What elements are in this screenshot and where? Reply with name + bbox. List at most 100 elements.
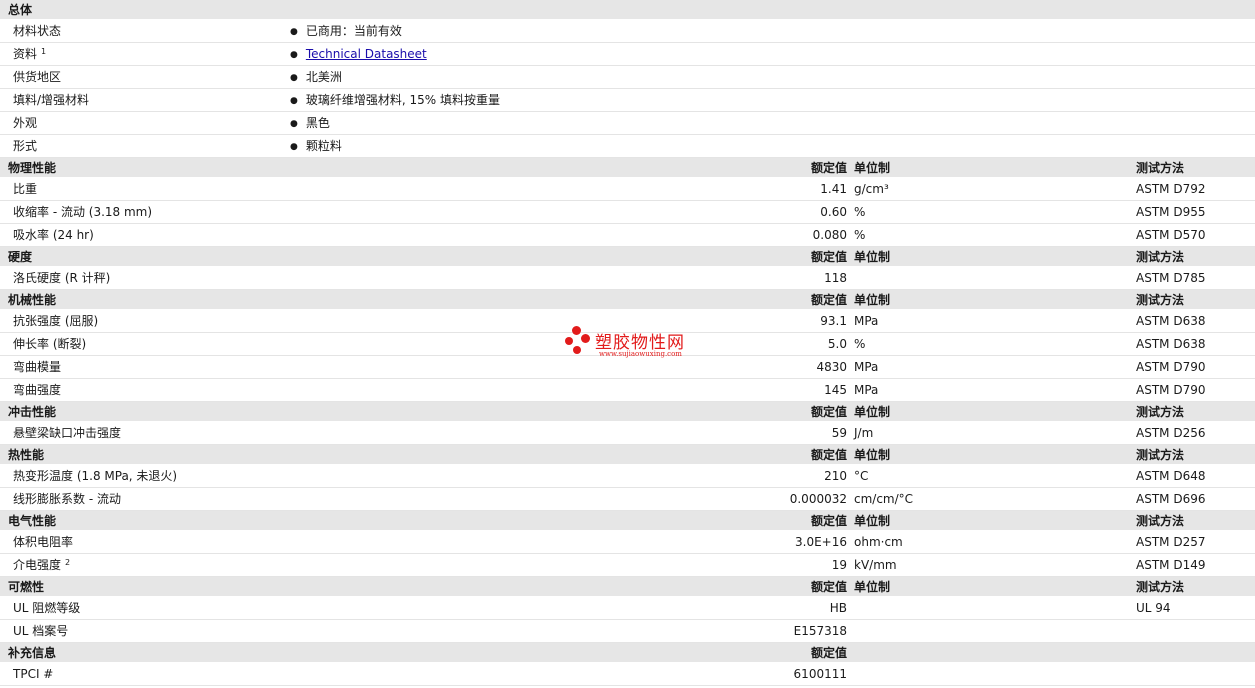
property-value: 19 [831,558,847,572]
property-sections: 物理性能 额定值 单位制 测试方法 比重 1.41 g/cm³ ASTM D792 收缩率 - … [0,158,1255,686]
section-title: 热性能 [8,448,45,462]
footnote-marker: 1 [41,47,47,56]
property-unit: MPa [854,314,879,328]
property-label: 洛氏硬度 (R 计秤) [13,271,111,285]
property-value: ● 已商用：当前有效 [290,20,402,45]
column-header-test-method: 测试方法 [1136,580,1185,594]
column-header-unit: 单位制 [854,293,891,307]
general-row: 外观 ● 黑色 [0,112,1255,135]
property-label: 形式 [13,139,38,153]
property-label: UL 档案号 [13,624,69,638]
property-name: TPCI # [13,663,53,686]
column-header-test-method: 测试方法 [1136,448,1185,462]
property-unit: kV/mm [854,558,897,572]
property-name: 体积电阻率 [13,531,73,554]
property-name: UL 档案号 [13,620,68,643]
column-header-test-method: 测试方法 [1136,250,1185,264]
general-row: 填料/增强材料 ● 玻璃纤维增强材料, 15% 填料按重量 [0,89,1255,112]
property-name: 收缩率 - 流动 (3.18 mm) [13,201,152,224]
property-name: 吸水率 (24 hr) [13,224,94,247]
property-row: 比重 1.41 g/cm³ ASTM D792 [0,178,1255,201]
property-value: 93.1 [820,314,847,328]
property-value: ● Technical Datasheet [290,43,427,68]
property-unit: MPa [854,383,879,397]
general-row: 供货地区 ● 北美洲 [0,66,1255,89]
property-unit: g/cm³ [854,182,889,196]
watermark-logo: 塑胶物性网 www.sujiaowuxing.com [563,322,703,362]
test-method: ASTM D149 [1136,558,1206,572]
property-label: 弯曲强度 [13,383,62,397]
column-header-unit: 单位制 [854,448,891,462]
test-method: ASTM D790 [1136,360,1206,374]
property-label: 资料 [13,47,38,61]
column-header-test-method: 测试方法 [1136,514,1185,528]
section-header: 冲击性能 额定值 单位制 测试方法 [0,402,1255,422]
test-method: ASTM D570 [1136,228,1206,242]
column-header-value: 额定值 [810,405,847,419]
section-title: 可燃性 [8,580,45,594]
property-value: 6100111 [793,667,847,681]
property-value: ● 黑色 [290,112,330,137]
column-header-value: 额定值 [810,448,847,462]
property-value: 3.0E+16 [795,535,847,549]
general-row: 资料 1 ● Technical Datasheet [0,43,1255,66]
section-header: 电气性能 额定值 单位制 测试方法 [0,511,1255,531]
property-value-text: 已商用：当前有效 [305,24,402,38]
test-method: ASTM D785 [1136,271,1206,285]
section-title: 机械性能 [8,293,57,307]
property-row: 弯曲强度 145 MPa ASTM D790 [0,379,1255,402]
property-value-text: 黑色 [305,116,330,130]
section-header: 硬度 额定值 单位制 测试方法 [0,247,1255,267]
section-title: 电气性能 [8,514,57,528]
section-header: 可燃性 额定值 单位制 测试方法 [0,577,1255,597]
property-label: 外观 [13,116,38,130]
property-value: 0.000032 [789,492,847,506]
bullet-icon: ● [290,73,298,83]
property-unit: J/m [854,426,874,440]
property-label: 线形膨胀系数 - 流动 [13,492,121,506]
property-label: 体积电阻率 [13,535,74,549]
logo-dot-icon [581,334,590,343]
property-unit: °C [854,469,869,483]
property-value: 118 [824,271,847,285]
property-row: 热变形温度 (1.8 MPa, 未退火) 210 °C ASTM D648 [0,465,1255,488]
property-label: 介电强度 [13,558,62,572]
property-name: 比重 [13,178,37,201]
property-name: 填料/增强材料 [13,89,89,112]
column-header-value: 额定值 [810,514,847,528]
datasheet-link[interactable]: Technical Datasheet [306,47,427,61]
column-header-unit: 单位制 [854,580,891,594]
column-header-value: 额定值 [810,646,847,660]
property-value: ● 玻璃纤维增强材料, 15% 填料按重量 [290,89,500,114]
column-header-unit: 单位制 [854,405,891,419]
property-label: 伸长率 (断裂) [13,337,87,351]
test-method: UL 94 [1136,601,1171,615]
property-value-text: 玻璃纤维增强材料, 15% 填料按重量 [305,93,500,107]
section-header: 机械性能 额定值 单位制 测试方法 [0,290,1255,310]
property-row: 悬壁梁缺口冲击强度 59 J/m ASTM D256 [0,422,1255,445]
logo-dot-icon [573,346,581,354]
property-name: 资料 1 [13,43,46,66]
property-name: 外观 [13,112,37,135]
property-label: 材料状态 [13,24,62,38]
column-header-unit: 单位制 [854,514,891,528]
section-header: 补充信息 额定值 [0,643,1255,663]
property-unit: % [854,337,866,351]
property-row: 体积电阻率 3.0E+16 ohm·cm ASTM D257 [0,531,1255,554]
property-label: 填料/增强材料 [13,93,90,107]
property-row: 介电强度 2 19 kV/mm ASTM D149 [0,554,1255,577]
test-method: ASTM D638 [1136,337,1206,351]
property-value: 4830 [816,360,847,374]
property-unit: cm/cm/°C [854,492,914,506]
property-name: UL 阻燃等级 [13,597,80,620]
column-header-test-method: 测试方法 [1136,405,1185,419]
property-value: HB [829,601,847,615]
logo-dot-icon [572,326,581,335]
property-value-text: 北美洲 [305,70,342,84]
property-name: 洛氏硬度 (R 计秤) [13,267,110,290]
property-value: 1.41 [820,182,847,196]
watermark-url: www.sujiaowuxing.com [599,350,682,358]
section-header: 热性能 额定值 单位制 测试方法 [0,445,1255,465]
property-value: 145 [824,383,847,397]
property-name: 线形膨胀系数 - 流动 [13,488,121,511]
